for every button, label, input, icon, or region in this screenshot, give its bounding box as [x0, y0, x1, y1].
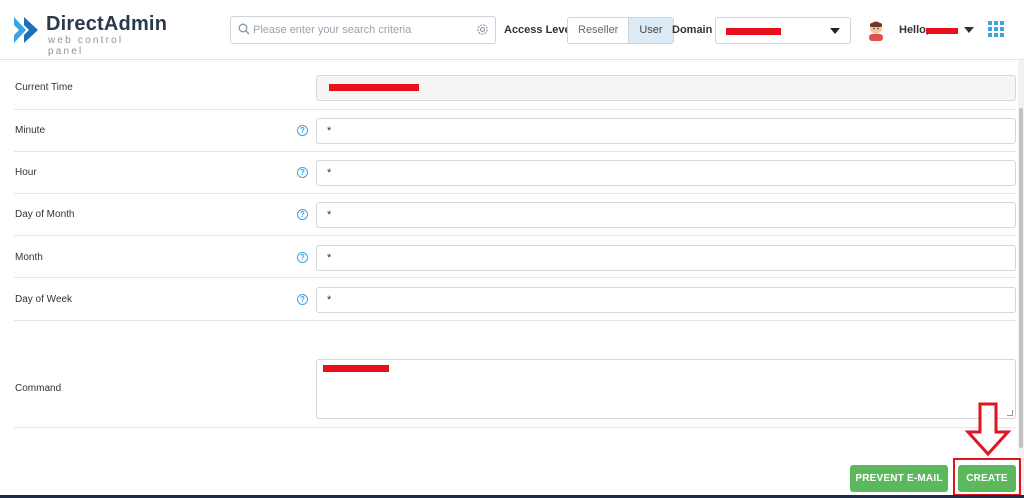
hour-input[interactable]: *	[316, 160, 1016, 186]
search-icon	[238, 23, 250, 35]
command-row: Command	[14, 359, 1016, 428]
prevent-email-button[interactable]: PREVENT E-MAIL	[850, 465, 948, 492]
day-of-week-label: Day of Week	[15, 294, 73, 305]
directadmin-logo-icon	[14, 17, 38, 43]
create-highlight-box	[953, 458, 1021, 496]
logo[interactable]: DirectAdmin web control panel	[12, 13, 167, 57]
user-menu-caret-icon[interactable]	[964, 27, 974, 33]
question-circle-icon[interactable]: ?	[297, 209, 308, 220]
logo-subtitle: web control panel	[48, 35, 124, 57]
question-circle-icon[interactable]: ?	[297, 167, 308, 178]
scrollbar[interactable]	[1018, 60, 1024, 498]
domain-label: Domain	[672, 24, 713, 36]
hour-row: Hour ? *	[14, 152, 1016, 194]
hour-label: Hour	[15, 167, 37, 178]
minute-label: Minute	[15, 125, 46, 136]
month-row: Month ? *	[14, 236, 1016, 278]
access-level-switch: Reseller User	[567, 17, 674, 44]
scrollbar-thumb[interactable]	[1019, 108, 1023, 448]
grid-icon[interactable]	[988, 21, 1004, 37]
question-circle-icon[interactable]: ?	[297, 252, 308, 263]
logo-title: DirectAdmin	[46, 13, 168, 35]
question-circle-icon[interactable]: ?	[297, 125, 308, 136]
access-level-user[interactable]: User	[628, 18, 673, 43]
minute-input[interactable]: *	[316, 118, 1016, 144]
minute-row: Minute ? *	[14, 110, 1016, 152]
access-level-label: Access Level	[504, 24, 574, 36]
gear-icon[interactable]	[476, 23, 489, 36]
current-time-label: Current Time	[15, 82, 73, 93]
command-redaction	[323, 365, 389, 372]
command-label: Command	[15, 383, 62, 394]
current-time-redaction	[329, 84, 419, 91]
month-input[interactable]: *	[316, 245, 1016, 271]
search-input[interactable]	[253, 21, 473, 39]
day-of-week-input[interactable]: *	[316, 287, 1016, 313]
month-label: Month	[15, 252, 43, 263]
search-box[interactable]	[230, 16, 496, 44]
avatar[interactable]	[866, 19, 886, 41]
day-of-month-label: Day of Month	[15, 209, 75, 220]
user-greeting[interactable]: Hello,	[899, 24, 929, 36]
top-header: DirectAdmin web control panel Access Lev…	[0, 0, 1024, 60]
access-level-reseller[interactable]: Reseller	[568, 18, 629, 43]
domain-redaction	[726, 28, 781, 35]
day-of-week-row: Day of Week ? *	[14, 278, 1016, 321]
day-of-month-row: Day of Month ? *	[14, 194, 1016, 236]
caret-down-icon	[830, 28, 840, 34]
current-time-value	[316, 75, 1016, 101]
username-redaction	[926, 28, 958, 34]
current-time-row: Current Time	[14, 66, 1016, 110]
day-of-month-input[interactable]: *	[316, 202, 1016, 228]
question-circle-icon[interactable]: ?	[297, 294, 308, 305]
command-textarea[interactable]	[316, 359, 1016, 419]
domain-select[interactable]	[715, 17, 851, 44]
down-arrow-icon	[964, 402, 1012, 457]
